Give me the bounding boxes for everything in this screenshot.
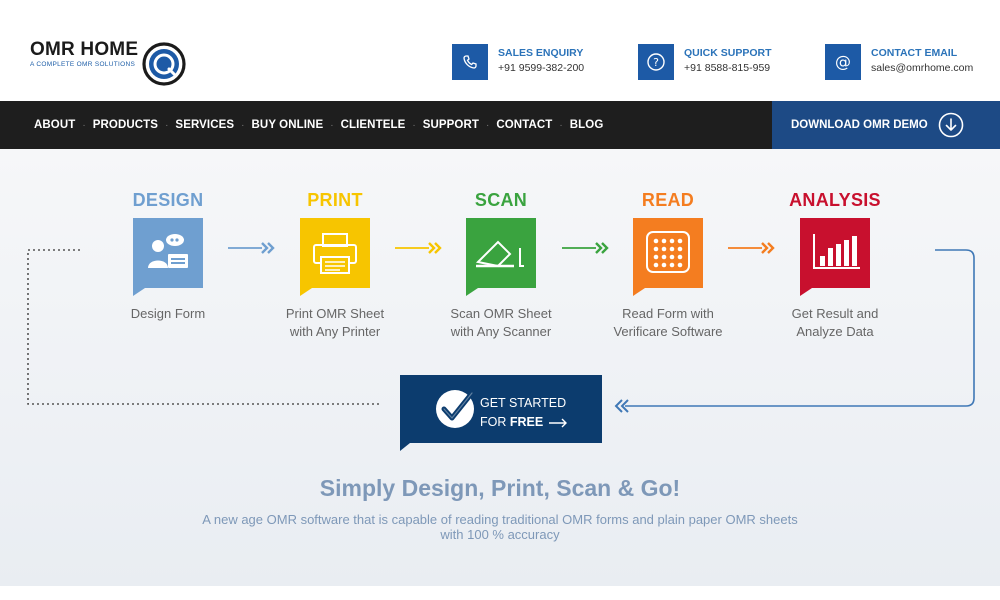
step-title-analysis: ANALYSIS bbox=[789, 190, 881, 210]
hero-subtext: A new age OMR software that is capable o… bbox=[202, 512, 798, 542]
page: OMR HOME A COMPLETE OMR SOLUTIONS SALES … bbox=[0, 0, 1000, 600]
cta-line-2: FOR FREE bbox=[480, 413, 569, 432]
designer-icon bbox=[133, 218, 203, 296]
process-loop-lines bbox=[27, 249, 975, 413]
step-title-read: READ bbox=[641, 190, 695, 210]
step-desc-design: Design Form bbox=[130, 306, 206, 321]
bar-chart-icon bbox=[800, 218, 870, 296]
arrow-right-icon bbox=[548, 418, 567, 428]
step-desc-scan: Scan OMR Sheet with Any Scanner bbox=[450, 306, 552, 339]
arrow-right-icon bbox=[562, 242, 609, 254]
step-title-print: PRINT bbox=[307, 190, 363, 210]
cta-line-2-prefix: FOR bbox=[480, 415, 510, 429]
step-title-design: DESIGN bbox=[132, 190, 204, 210]
arrow-right-icon bbox=[395, 242, 442, 254]
step-desc-print: Print OMR Sheet with Any Printer bbox=[285, 306, 385, 339]
printer-icon bbox=[300, 218, 370, 296]
arrow-right-icon bbox=[728, 242, 775, 254]
scanner-icon bbox=[466, 218, 536, 296]
get-started-label[interactable]: GET STARTED FOR FREE bbox=[480, 394, 569, 432]
arrow-right-icon bbox=[228, 242, 275, 254]
step-desc-read: Read Form with Verificare Software bbox=[613, 306, 723, 339]
cta-line-1: GET STARTED bbox=[480, 396, 567, 410]
cta-line-2-bold: FREE bbox=[509, 415, 544, 429]
step-desc-analysis: Get Result and Analyze Data bbox=[791, 306, 879, 339]
omr-grid-icon bbox=[633, 218, 703, 296]
step-title-scan: SCAN bbox=[474, 190, 528, 210]
hero-headline: Simply Design, Print, Scan & Go! bbox=[319, 475, 681, 501]
